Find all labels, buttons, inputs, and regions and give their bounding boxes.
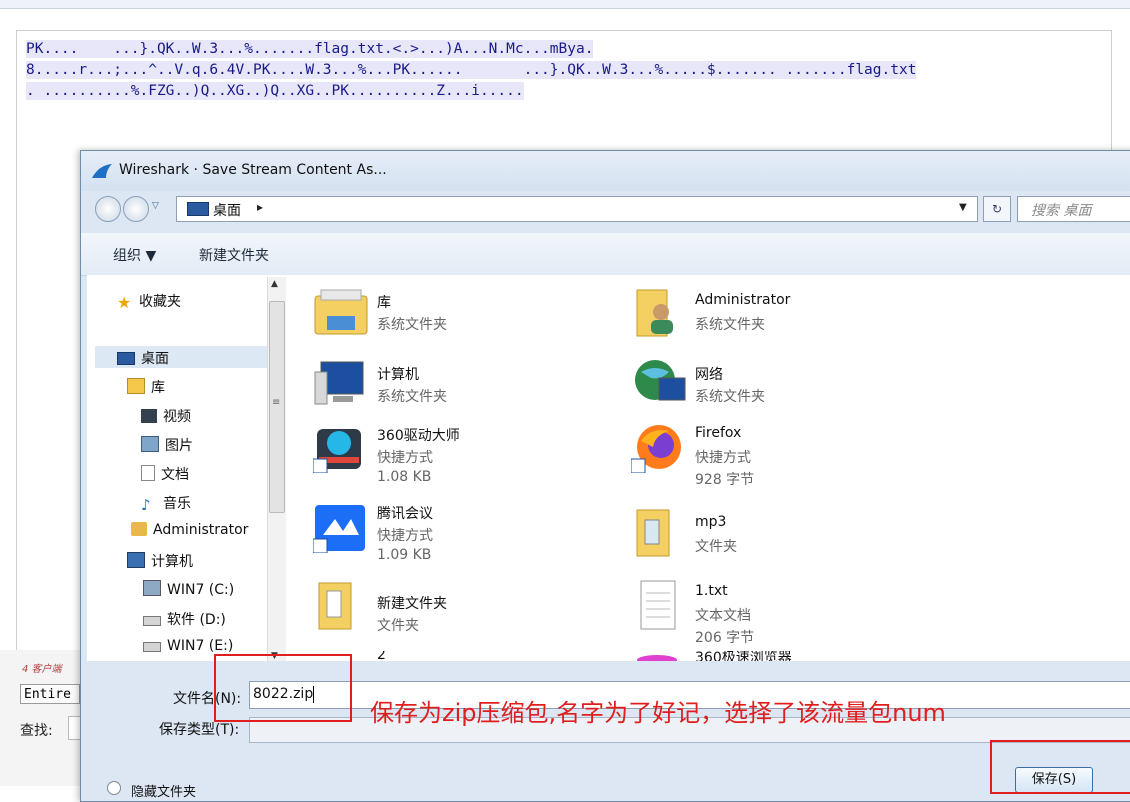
file-item[interactable]: 360极速浏览器 bbox=[631, 651, 931, 661]
file-item[interactable]: 计算机 系统文件夹 bbox=[313, 358, 573, 418]
file-item[interactable]: Firefox 快捷方式 928 字节 bbox=[631, 421, 931, 488]
highlight-box-filename bbox=[214, 654, 352, 722]
picture-icon bbox=[141, 436, 159, 452]
file-item[interactable]: Administrator 系统文件夹 bbox=[631, 286, 931, 346]
hide-folders-toggle-icon[interactable] bbox=[107, 781, 121, 795]
file-item[interactable]: 360驱动大师 快捷方式 1.08 KB bbox=[313, 421, 573, 487]
drive-icon bbox=[143, 642, 161, 652]
hide-folders-label[interactable]: 隐藏文件夹 bbox=[131, 781, 196, 800]
sidebar-item-library[interactable]: 库 bbox=[127, 377, 165, 397]
sidebar-item-drive-e[interactable]: WIN7 (E:) bbox=[143, 638, 233, 654]
back-button[interactable] bbox=[95, 196, 121, 222]
driver-master-icon bbox=[313, 429, 361, 473]
user-folder-icon bbox=[636, 289, 673, 337]
stream-hex-line-1: PK.... ...}.QK..W.3...%.......flag.txt.<… bbox=[26, 40, 594, 58]
refresh-icon[interactable]: ↻ bbox=[983, 196, 1011, 222]
client-packets-note: 4 客户端 bbox=[22, 664, 62, 675]
organize-button[interactable]: 组织 ▼ bbox=[113, 245, 156, 265]
sidebar-item-drive-c[interactable]: WIN7 (C:) bbox=[143, 580, 234, 598]
desktop-icon bbox=[187, 202, 209, 216]
desktop-icon bbox=[117, 352, 135, 365]
address-bar[interactable] bbox=[176, 196, 978, 222]
file-item[interactable]: 1.txt 文本文档 206 字节 bbox=[631, 579, 931, 646]
conversation-select[interactable]: Entire bbox=[20, 684, 80, 704]
annotation-text: 保存为zip压缩包,名字为了好记，选择了该流量包num bbox=[370, 699, 946, 727]
firefox-icon bbox=[631, 425, 681, 473]
file-item[interactable]: 网络 系统文件夹 bbox=[631, 358, 931, 418]
text-file-icon bbox=[640, 580, 676, 630]
address-segment-desktop[interactable]: 桌面 bbox=[213, 200, 241, 220]
new-folder-button[interactable]: 新建文件夹 bbox=[199, 245, 269, 265]
sidebar-item-favorites[interactable]: ★ 收藏夹 bbox=[117, 291, 181, 312]
forward-button[interactable] bbox=[123, 196, 149, 222]
tencent-meeting-icon bbox=[313, 505, 365, 553]
file-item[interactable]: 新建文件夹 文件夹 bbox=[313, 579, 573, 639]
library-folder-icon bbox=[314, 289, 368, 335]
breadcrumb-arrow-icon[interactable]: ▸ bbox=[257, 200, 263, 214]
find-label: 查找: bbox=[20, 723, 53, 739]
music-icon: ♪ bbox=[141, 496, 151, 514]
video-icon bbox=[141, 409, 157, 423]
folder-icon bbox=[636, 509, 670, 557]
user-icon bbox=[131, 522, 147, 536]
scroll-grip-icon: ≡ bbox=[272, 397, 281, 408]
network-icon bbox=[635, 360, 686, 401]
dialog-title: Wireshark · Save Stream Content As... bbox=[119, 162, 387, 178]
drive-icon bbox=[143, 580, 161, 596]
sidebar-item-desktop[interactable]: 桌面 bbox=[117, 348, 169, 368]
scroll-up-arrow-icon[interactable]: ▲ bbox=[271, 279, 278, 289]
file-item[interactable]: 库 系统文件夹 bbox=[313, 286, 573, 346]
search-placeholder: 搜索 桌面 bbox=[1031, 203, 1092, 219]
background-window-titlebar bbox=[0, 0, 1130, 9]
folder-icon bbox=[318, 582, 352, 630]
star-icon: ★ bbox=[117, 293, 132, 312]
drive-icon bbox=[143, 616, 161, 626]
stream-hex-line-3: . ..........%.FZG..)Q..XG..)Q..XG..PK...… bbox=[26, 82, 524, 100]
address-dropdown-icon[interactable]: ▼ bbox=[959, 202, 967, 213]
stream-hex-line-2: 8.....r...;...^..V.q.6.4V.PK....W.3...%.… bbox=[26, 61, 917, 79]
file-item[interactable]: 腾讯会议 快捷方式 1.09 KB bbox=[313, 501, 573, 567]
sidebar-item-pictures[interactable]: 图片 bbox=[141, 435, 193, 455]
sidebar-item-administrator[interactable]: Administrator bbox=[131, 522, 248, 538]
wireshark-fin-icon bbox=[92, 164, 112, 178]
file-item[interactable]: mp3 文件夹 bbox=[631, 506, 931, 566]
dialog-titlebar[interactable]: Wireshark · Save Stream Content As... bbox=[81, 151, 1130, 191]
library-icon bbox=[127, 378, 145, 394]
filetype-label: 保存类型(T): bbox=[159, 722, 240, 738]
history-dropdown-icon[interactable]: ▽ bbox=[152, 201, 159, 211]
computer-icon bbox=[314, 361, 364, 405]
sidebar-item-music[interactable]: ♪ 音乐 bbox=[141, 493, 191, 514]
computer-icon bbox=[127, 552, 145, 568]
file-item[interactable]: 2 bbox=[313, 651, 573, 661]
sidebar-item-documents[interactable]: 文档 bbox=[141, 464, 189, 484]
sidebar-item-computer[interactable]: 计算机 bbox=[127, 551, 193, 571]
document-icon bbox=[141, 465, 155, 481]
sidebar-item-drive-d[interactable]: 软件 (D:) bbox=[143, 609, 226, 629]
sidebar-item-video[interactable]: 视频 bbox=[141, 406, 191, 426]
